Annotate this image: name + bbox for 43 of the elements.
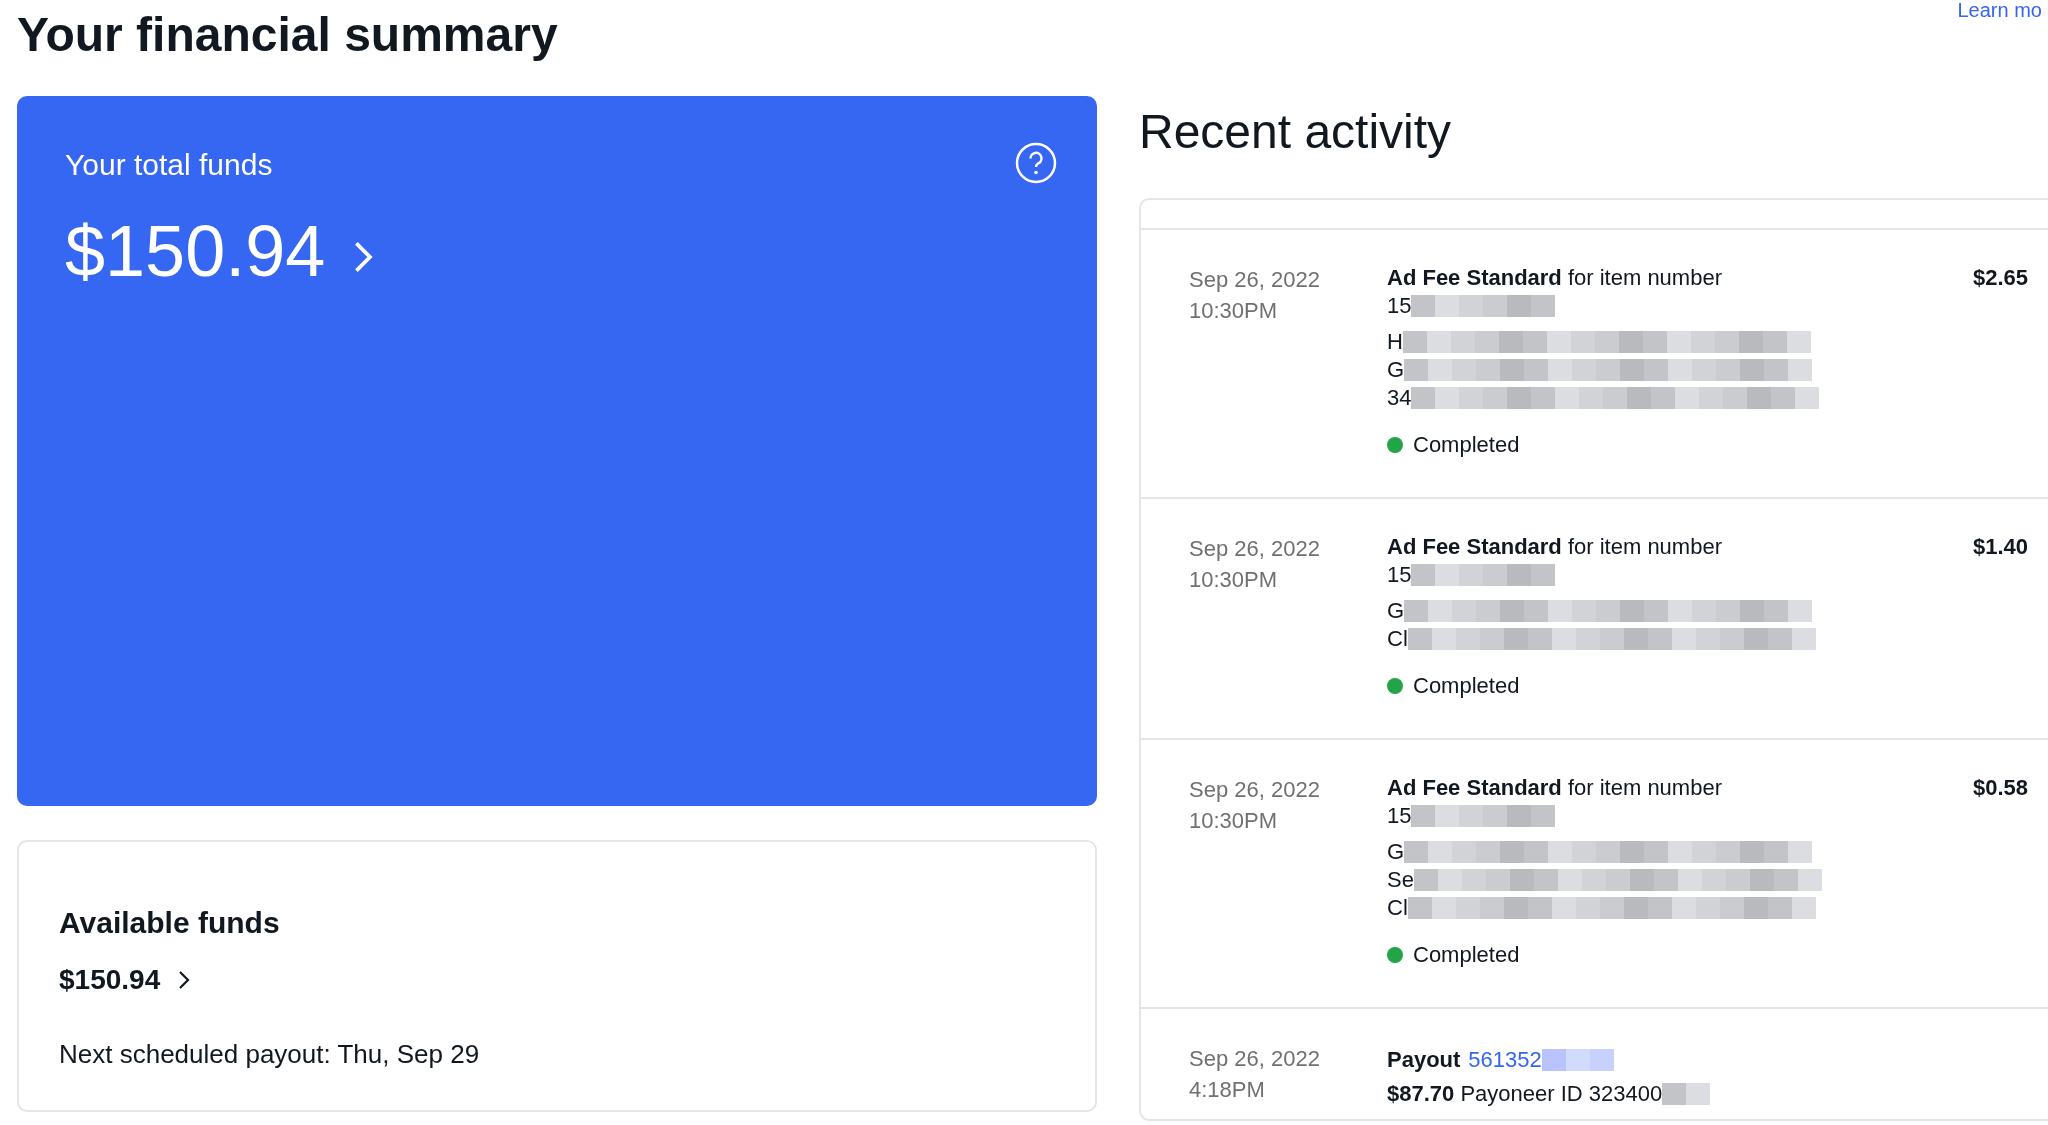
activity-date: Sep 26, 2022 — [1189, 535, 1321, 563]
payout-note: Next scheduled payout: Thu, Sep 29 — [59, 1038, 480, 1071]
description-line: G — [1387, 597, 1405, 625]
status-label: Completed — [1413, 672, 1520, 700]
chevron-right-icon — [353, 240, 374, 274]
description-line: H — [1387, 328, 1403, 356]
payout-link[interactable]: 561352 — [1468, 1043, 1542, 1077]
activity-time: 4:18PM — [1189, 1076, 1266, 1104]
description-line: 34 — [1387, 384, 1412, 412]
payout-detail: $87.70 Payoneer ID 323400 — [1387, 1080, 1663, 1108]
total-funds-amount[interactable]: $150.94 — [65, 209, 326, 293]
available-funds-amount[interactable]: $150.94 — [59, 959, 161, 1001]
activity-amount: $0.58 — [1972, 774, 2028, 802]
chevron-right-icon — [178, 970, 191, 990]
learn-more-link[interactable]: Learn mo — [1957, 0, 2042, 20]
activity-description: Ad Fee Standard for item number — [1387, 264, 1723, 292]
description-line: 15 — [1387, 292, 1412, 320]
activity-amount: $2.65 — [1972, 264, 2028, 292]
help-icon[interactable] — [1015, 142, 1057, 184]
recent-activity-title: Recent activity — [1139, 104, 1452, 160]
activity-time: 10:30PM — [1189, 566, 1279, 594]
activity-date: Sep 26, 2022 — [1189, 266, 1321, 294]
activity-date: Sep 26, 2022 — [1189, 776, 1321, 804]
activity-amount: $1.40 — [1972, 533, 2028, 561]
description-line: Se — [1387, 866, 1414, 894]
description-line: G — [1387, 838, 1405, 866]
status-label: Completed — [1413, 431, 1520, 459]
payout-label: Payout — [1387, 1046, 1461, 1074]
total-funds-label: Your total funds — [65, 147, 273, 183]
activity-time: 10:30PM — [1189, 807, 1279, 835]
available-funds-title: Available funds — [59, 905, 280, 941]
description-line: Cl — [1387, 894, 1408, 922]
activity-date: Sep 26, 2022 — [1189, 1045, 1321, 1073]
pixelated-redaction — [1662, 1083, 1711, 1105]
activity-description: Ad Fee Standard for item number — [1387, 533, 1723, 561]
activity-description: Ad Fee Standard for item number — [1387, 774, 1723, 802]
description-line: Cl — [1387, 625, 1408, 653]
page-title: Your financial summary — [17, 8, 558, 62]
description-line: 15 — [1387, 802, 1412, 830]
description-line: 15 — [1387, 561, 1412, 589]
status-label: Completed — [1413, 941, 1520, 969]
description-line: G — [1387, 356, 1405, 384]
activity-time: 10:30PM — [1189, 297, 1279, 325]
